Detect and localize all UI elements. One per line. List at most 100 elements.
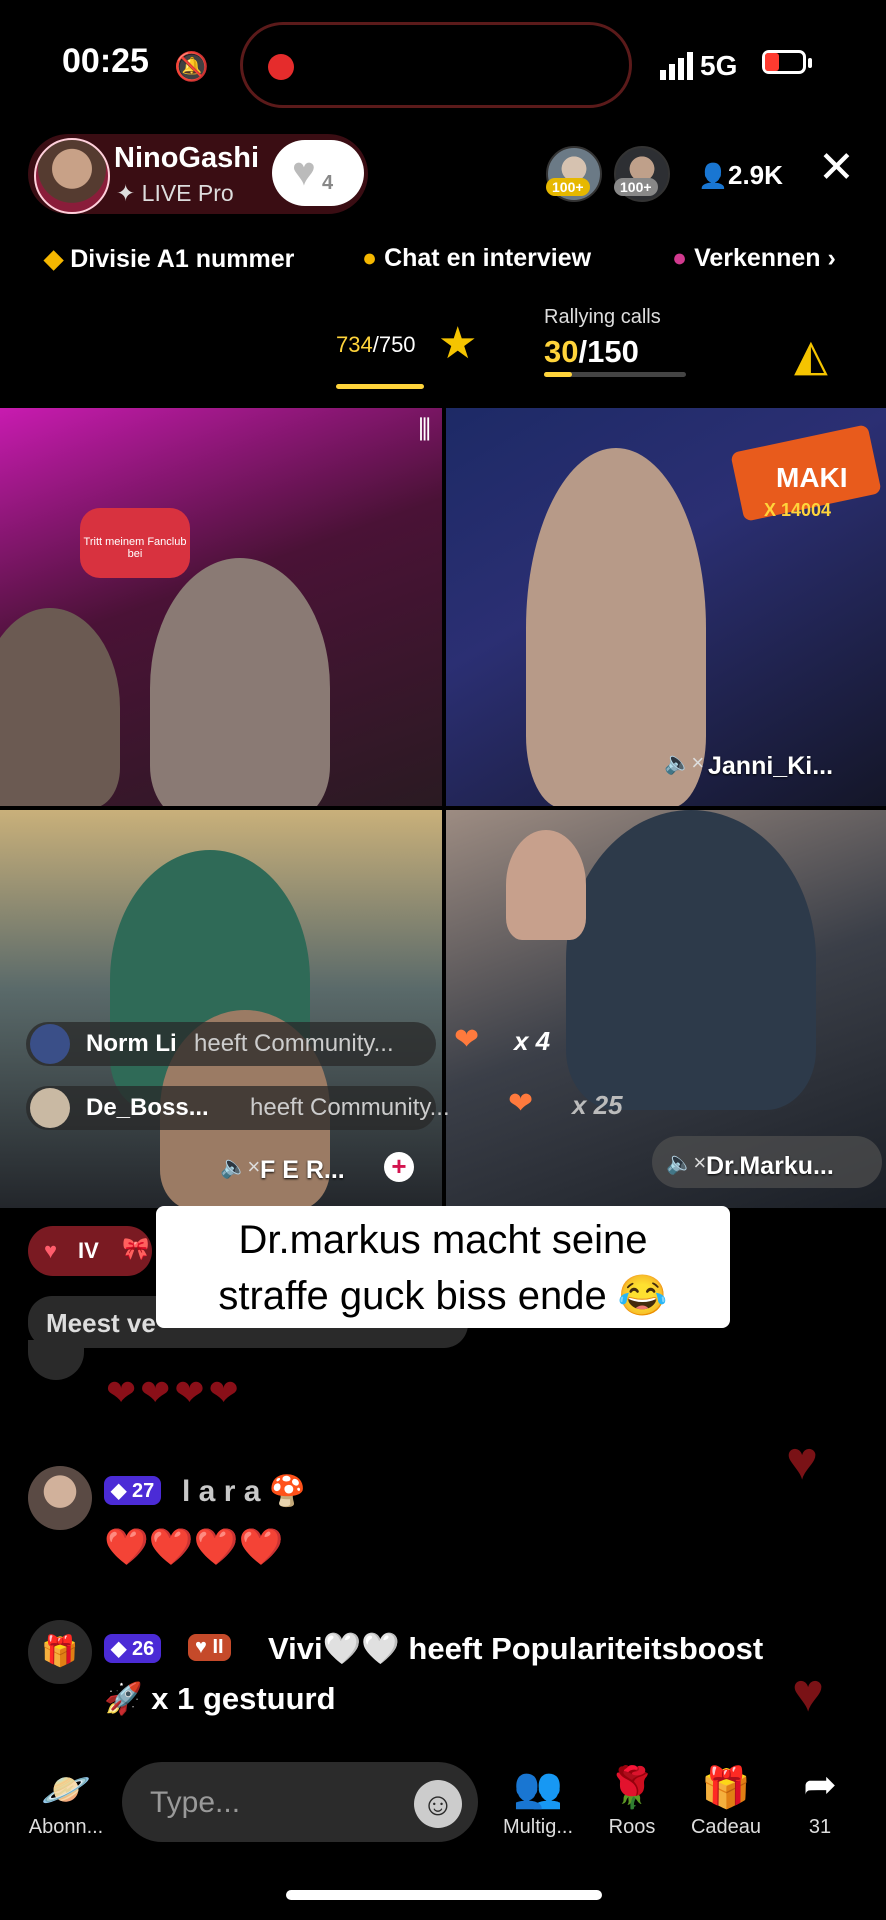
gift-message-line2: 🚀 x 1 gestuurd [104, 1680, 336, 1717]
star-icon: ★ [438, 319, 478, 368]
gift-icon[interactable]: 🎁 [688, 1764, 764, 1811]
planet-icon: ● [672, 244, 688, 272]
rally-value: 30/150 [544, 334, 639, 370]
tab-gift[interactable]: Cadeau [678, 1816, 774, 1839]
mute-bell-icon: 🔕 [174, 51, 209, 82]
gift-icon: ❤ [508, 1087, 534, 1120]
share-icon[interactable]: ➦ [782, 1762, 858, 1808]
tab-rose[interactable]: Roos [584, 1816, 680, 1839]
planet-icon[interactable]: 🪐 [28, 1766, 104, 1813]
fan-badge[interactable]: ♥ IV 🎀 [28, 1226, 152, 1276]
guest-name[interactable]: Janni_Ki... [708, 752, 833, 781]
add-icon[interactable]: + [384, 1152, 414, 1182]
video-tile-host[interactable]: Tritt meinem Fanclub bei ⦀ [0, 408, 442, 806]
join-name: De_Boss... [86, 1094, 209, 1121]
floating-heart-icon: ♥ [792, 1663, 825, 1723]
link-explore-label: Verkennen › [694, 244, 836, 272]
video-caption: Dr.markus macht seine straffe guck biss … [156, 1206, 730, 1328]
fanclub-sticker[interactable]: Tritt meinem Fanclub bei [80, 508, 190, 578]
fan-level: II [212, 1636, 224, 1658]
gift-count-text: x 1 gestuurd [151, 1681, 336, 1716]
join-notification: Norm Li heeft Community... [26, 1022, 436, 1066]
coin-icon: ● [362, 244, 378, 272]
heart-icon: ♥ [292, 150, 316, 194]
link-chat-label: Chat en interview [384, 244, 592, 272]
rally-title: Rallying calls [544, 306, 661, 328]
link-explore[interactable]: ● Verkennen › [672, 244, 836, 273]
like-count: 4 [322, 172, 334, 194]
avatar [28, 1340, 84, 1380]
banner-count: X 14004 [764, 500, 832, 520]
network-type: 5G [700, 50, 738, 81]
mute-icon: 🔈× [220, 1154, 261, 1179]
mute-icon: 🔈× [666, 1150, 707, 1175]
heart-icon: ♥ [44, 1238, 58, 1263]
level-badge: ◆ 26 [104, 1634, 162, 1663]
battery-level [765, 53, 779, 71]
goal-progress[interactable]: 734/750 [336, 332, 416, 358]
users-icon[interactable]: 👥 [500, 1764, 576, 1811]
bow-icon: 🎀 [122, 1236, 150, 1261]
level-number: 26 [131, 1638, 155, 1660]
link-chat-interview[interactable]: ● Chat en interview [362, 244, 591, 273]
tab-multiguest[interactable]: Multig... [490, 1816, 586, 1839]
home-indicator[interactable] [286, 1890, 602, 1900]
caption-line-2: straffe guck biss ende 😂 [218, 1274, 668, 1318]
host-subtitle: ✦ LIVE Pro [116, 180, 234, 206]
signal-icon [660, 52, 693, 80]
chat-avatar[interactable] [28, 1466, 92, 1530]
recording-dot-icon [268, 54, 294, 80]
comment-placeholder[interactable]: Type... [150, 1786, 240, 1820]
rally-total: /150 [578, 334, 639, 369]
link-division[interactable]: ◆ Divisie A1 nummer [44, 244, 294, 274]
battery-tip [808, 58, 812, 68]
top-gifters-label: Meest ve [46, 1308, 156, 1338]
heart-icon: ♥ [195, 1636, 207, 1658]
gift-icon: ❤ [454, 1023, 480, 1056]
guest-name[interactable]: F E R... [260, 1156, 345, 1185]
gem-icon: ◆ [111, 1480, 127, 1502]
audio-wave-icon: ⦀ [418, 414, 432, 447]
viewer-badge: 100+ [546, 178, 590, 196]
join-text: heeft Community... [250, 1094, 450, 1121]
cake-icon[interactable]: ◭ [794, 330, 828, 381]
banner-name: MAKI [776, 462, 848, 493]
host-avatar[interactable] [34, 138, 110, 214]
viewer-badge: 100+ [614, 178, 658, 196]
popular-icon: 🚀 [104, 1681, 143, 1716]
dynamic-island [240, 22, 632, 108]
chat-username[interactable]: l a r a 🍄 [182, 1474, 306, 1509]
join-notification: De_Boss... heeft Community... [26, 1086, 450, 1130]
caption-line-1: Dr.markus macht seine [238, 1218, 648, 1262]
viewer-count[interactable]: 2.9K [728, 160, 783, 191]
video-tile-guest-1[interactable]: MAKI X 14004 🔈× Janni_Ki... [446, 408, 886, 806]
goal-progress-bar [336, 384, 424, 389]
guest-name[interactable]: Dr.Marku... [706, 1152, 834, 1181]
fan-level: IV [78, 1238, 99, 1263]
video-tile-guest-3[interactable]: 🔈× Dr.Marku... [446, 810, 886, 1208]
emoji-icon[interactable]: ☺ [414, 1780, 462, 1828]
host-name[interactable]: NinoGashi [114, 142, 259, 175]
goal-current: 734 [336, 332, 373, 357]
diamond-icon: ◆ [44, 245, 64, 273]
level-badge: ◆ 27 [104, 1476, 162, 1505]
join-text: heeft Community... [194, 1030, 394, 1057]
rose-icon[interactable]: 🌹 [594, 1764, 670, 1811]
gift-icon: 🎁 [28, 1620, 92, 1684]
person-icon: 👤 [698, 163, 728, 190]
tab-share[interactable]: 31 [772, 1816, 868, 1839]
gift-count: x 4 [514, 1026, 551, 1056]
chat-message: ❤️❤️❤️❤️ [104, 1526, 284, 1567]
video-tile-guest-2[interactable]: 🔈× F E R... + [0, 810, 442, 1208]
close-icon[interactable]: ✕ [818, 146, 855, 190]
tab-subscribe[interactable]: Abonn... [18, 1816, 114, 1839]
avatar [30, 1088, 70, 1128]
floating-heart-icon: ♥ [786, 1431, 819, 1491]
follow-heart-button[interactable] [272, 140, 364, 206]
gem-icon: ◆ [111, 1638, 127, 1660]
rally-current: 30 [544, 334, 579, 369]
goal-total: /750 [372, 332, 416, 357]
join-name: Norm Li [86, 1030, 177, 1057]
level-number: 27 [131, 1480, 155, 1502]
avatar [30, 1024, 70, 1064]
